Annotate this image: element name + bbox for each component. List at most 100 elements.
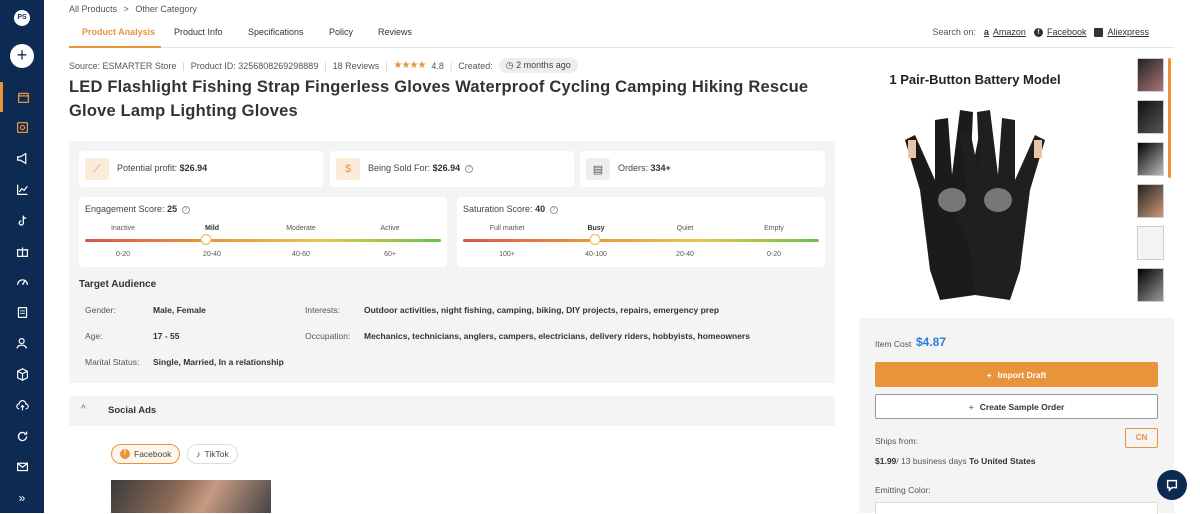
engagement-range: 60+ (384, 251, 396, 258)
facebook-filter-button[interactable]: f Facebook (111, 444, 181, 464)
profit-label: Potential profit: (117, 163, 178, 173)
sidebar-item-gifts[interactable] (0, 236, 44, 267)
thumbnail-scrollbar[interactable] (1168, 58, 1171, 178)
sidebar-item-orders[interactable] (0, 297, 44, 328)
gender-label: Gender: (85, 305, 116, 315)
shipping-info: $1.99/ 13 business days To United States (875, 456, 1036, 466)
divider: | (449, 60, 453, 71)
thumbnail-image[interactable] (1137, 268, 1164, 302)
plus-icon: + (968, 401, 974, 412)
facebook-link-label: Facebook (1046, 27, 1087, 37)
amazon-icon: a (983, 27, 989, 37)
product-main-image[interactable]: 1 Pair-Button Battery Model (880, 62, 1137, 314)
review-count[interactable]: 18 Reviews (333, 61, 380, 71)
engagement-value: 25 (167, 204, 178, 214)
users-icon (15, 338, 27, 349)
engagement-level: Moderate (286, 225, 316, 232)
sidebar-item-speed[interactable] (0, 267, 44, 298)
saturation-level: Empty (764, 225, 784, 232)
help-icon[interactable]: ? (181, 205, 190, 214)
sidebar-item-packages[interactable] (0, 359, 44, 390)
breadcrumb-current[interactable]: Other Category (135, 4, 197, 14)
rating-stars: ★★★★ (393, 60, 427, 71)
sidebar-item-ads[interactable] (0, 143, 44, 174)
emitting-color-select[interactable] (875, 502, 1158, 514)
shipping-price: $1.99 (875, 456, 897, 466)
sidebar-item-sync[interactable] (0, 421, 44, 452)
sidebar-item-mail[interactable] (0, 451, 44, 482)
age-value: 17 - 55 (153, 331, 180, 341)
potential-profit: Potential profit: $26.94 (117, 163, 207, 173)
tab-product-info[interactable]: Product Info (174, 27, 223, 37)
box-icon (17, 92, 30, 103)
sidebar-item-upload[interactable] (0, 390, 44, 421)
help-icon[interactable]: ? (549, 205, 558, 214)
clock-icon: ◷ (505, 60, 514, 70)
search-facebook-link[interactable]: f Facebook (1033, 27, 1087, 37)
breadcrumb: All Products > Other Category (69, 4, 201, 14)
sidebar-item-products[interactable] (0, 81, 44, 113)
document-icon (17, 307, 27, 319)
engagement-score-card: Engagement Score: 25 ? Inactive Mild Mod… (79, 197, 447, 267)
orders-card: ▤ Orders: 334+ (580, 151, 825, 187)
analysis-panel: ⟋ Potential profit: $26.94 $ Being Sold … (69, 141, 835, 383)
sidebar-item-analytics[interactable] (0, 112, 44, 143)
saturation-value: 40 (535, 204, 546, 214)
saturation-label: Saturation Score: (463, 204, 533, 214)
active-tab-indicator (69, 46, 161, 48)
divider: | (324, 60, 327, 71)
tab-policy[interactable]: Policy (329, 27, 353, 37)
refresh-icon (17, 431, 27, 441)
orders-value: 334+ (650, 163, 671, 173)
created-value: 2 months ago (516, 60, 571, 70)
ships-from-cn-button[interactable]: CN (1125, 428, 1158, 448)
tiktok-filter-button[interactable]: ♪ TikTok (187, 444, 238, 464)
engagement-level: Mild (205, 225, 219, 232)
import-draft-button[interactable]: + Import Draft (875, 362, 1158, 387)
sidebar-item-trends[interactable] (0, 174, 44, 205)
create-sample-order-button[interactable]: + Create Sample Order (875, 394, 1158, 419)
add-button[interactable]: + (10, 43, 34, 68)
help-icon[interactable]: ? (464, 164, 473, 173)
sidebar-expand-button[interactable]: » (0, 482, 44, 513)
facebook-filter-label: Facebook (134, 449, 172, 459)
tiktok-icon: ♪ (196, 449, 201, 459)
saturation-range: 20-40 (676, 251, 694, 258)
social-ads-section[interactable]: ^ Social Ads (69, 396, 835, 426)
aliexpress-link-label: Aliexpress (1107, 27, 1149, 37)
breadcrumb-root[interactable]: All Products (69, 4, 117, 14)
expand-icon: » (18, 490, 26, 505)
target-audience-heading: Target Audience (79, 279, 157, 290)
thumbnail-image[interactable] (1137, 142, 1164, 176)
search-on: Search on: a Amazon f Facebook Aliexpress (932, 27, 1149, 37)
buy-box: Item Cost $4.87 + Import Draft + Create Sa… (859, 318, 1174, 514)
saturation-level: Busy (587, 225, 605, 232)
saturation-range: 100+ (499, 251, 515, 258)
ad-video-thumbnail[interactable] (111, 480, 271, 513)
created-badge: ◷ 2 months ago (498, 58, 578, 73)
profit-value: $26.94 (179, 163, 208, 173)
chat-button[interactable] (1157, 470, 1187, 500)
search-aliexpress-link[interactable]: Aliexpress (1094, 27, 1149, 37)
engagement-level: Inactive (110, 225, 136, 232)
sidebar-item-users[interactable] (0, 328, 44, 359)
avatar[interactable]: PS (14, 10, 30, 26)
thumbnail-image[interactable] (1137, 100, 1164, 134)
engagement-range: 20-40 (203, 251, 221, 258)
search-amazon-link[interactable]: a Amazon (984, 27, 1026, 37)
thumbnail-image[interactable] (1137, 58, 1164, 92)
rating-value: 4.8 (431, 60, 444, 71)
thumbnail-image[interactable] (1137, 226, 1164, 260)
gloves-image (905, 110, 1045, 300)
source-store[interactable]: Source: ESMARTER Store (69, 61, 176, 71)
sidebar-item-tiktok[interactable] (0, 205, 44, 236)
tiktok-filter-label: TikTok (204, 449, 229, 459)
package-icon (16, 368, 28, 381)
tab-reviews[interactable]: Reviews (378, 27, 412, 37)
thumbnail-image[interactable] (1137, 184, 1164, 218)
age-label: Age: (85, 331, 103, 341)
tab-specifications[interactable]: Specifications (248, 27, 304, 37)
social-ads-heading: Social Ads (108, 405, 157, 416)
chevron-up-icon[interactable]: ^ (81, 404, 86, 415)
tab-product-analysis[interactable]: Product Analysis (82, 27, 155, 37)
